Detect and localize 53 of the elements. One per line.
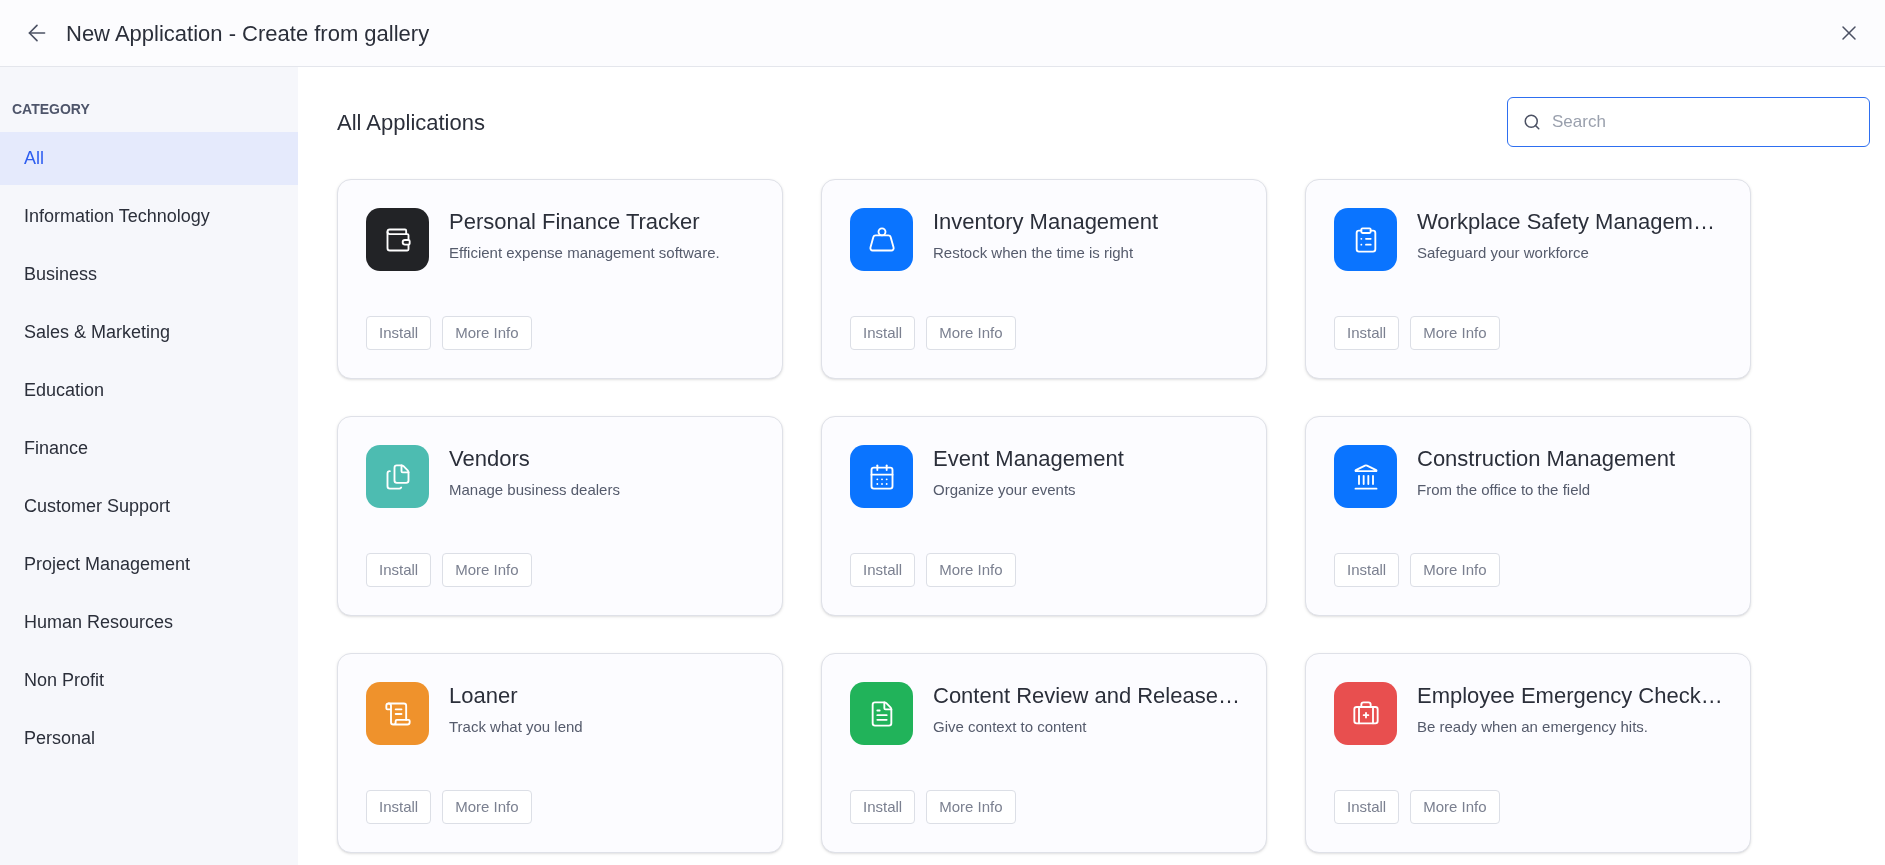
search-field[interactable]: Search: [1507, 97, 1870, 147]
install-button[interactable]: Install: [1334, 316, 1400, 350]
app-description: Manage business dealers: [449, 480, 620, 500]
install-button[interactable]: Install: [850, 790, 916, 824]
more-info-button[interactable]: More Info: [1410, 553, 1500, 587]
category-item[interactable]: Finance: [0, 422, 298, 475]
app-title: Inventory Management: [933, 208, 1159, 236]
app-title: Construction Management: [1417, 445, 1676, 473]
install-button[interactable]: Install: [1334, 553, 1400, 587]
app-description: Be ready when an emergency hits.: [1417, 717, 1649, 737]
install-button[interactable]: Install: [366, 553, 432, 587]
more-info-button[interactable]: More Info: [442, 316, 532, 350]
category-item[interactable]: Education: [0, 364, 298, 417]
app-title: Event Management: [933, 445, 1124, 473]
install-button[interactable]: Install: [366, 316, 432, 350]
category-item[interactable]: Personal: [0, 712, 298, 765]
install-button[interactable]: Install: [366, 790, 432, 824]
app-description: From the office to the field: [1417, 480, 1592, 500]
app-title: Content Review and Release…: [933, 682, 1240, 710]
more-info-button[interactable]: More Info: [926, 790, 1016, 824]
sidebar-heading: CATEGORY: [11, 100, 91, 119]
app-title: Vendors: [449, 445, 531, 473]
app-description: Efficient expense management software.: [449, 243, 720, 263]
more-info-button[interactable]: More Info: [442, 790, 532, 824]
search-icon: [1523, 113, 1541, 131]
install-button[interactable]: Install: [1334, 790, 1400, 824]
weight-icon: [867, 225, 896, 254]
app-description: Give context to content: [933, 717, 1088, 737]
category-item[interactable]: Business: [0, 248, 298, 301]
more-info-button[interactable]: More Info: [1410, 316, 1500, 350]
category-item[interactable]: Information Technology: [0, 190, 298, 243]
app-title: Loaner: [449, 682, 519, 710]
app-description: Restock when the time is right: [933, 243, 1135, 263]
category-item[interactable]: Human Resources: [0, 596, 298, 649]
category-item[interactable]: Customer Support: [0, 480, 298, 533]
category-item[interactable]: All: [0, 132, 298, 185]
section-title: All Applications: [337, 108, 485, 137]
app-description: Track what you lend: [449, 717, 583, 737]
window-title: New Application - Create from gallery: [66, 19, 430, 48]
category-item[interactable]: Project Management: [0, 538, 298, 591]
more-info-button[interactable]: More Info: [442, 553, 532, 587]
app-title: Personal Finance Tracker: [449, 208, 701, 236]
more-info-button[interactable]: More Info: [1410, 790, 1500, 824]
app-title: Employee Emergency Check…: [1417, 682, 1723, 710]
category-item[interactable]: Sales & Marketing: [0, 306, 298, 359]
category-item[interactable]: Non Profit: [0, 654, 298, 707]
app-title: Workplace Safety Managem…: [1417, 208, 1715, 236]
install-button[interactable]: Install: [850, 553, 916, 587]
app-description: Safeguard your workforce: [1417, 243, 1590, 263]
more-info-button[interactable]: More Info: [926, 553, 1016, 587]
app-description: Organize your events: [933, 480, 1077, 500]
install-button[interactable]: Install: [850, 316, 916, 350]
more-info-button[interactable]: More Info: [926, 316, 1016, 350]
